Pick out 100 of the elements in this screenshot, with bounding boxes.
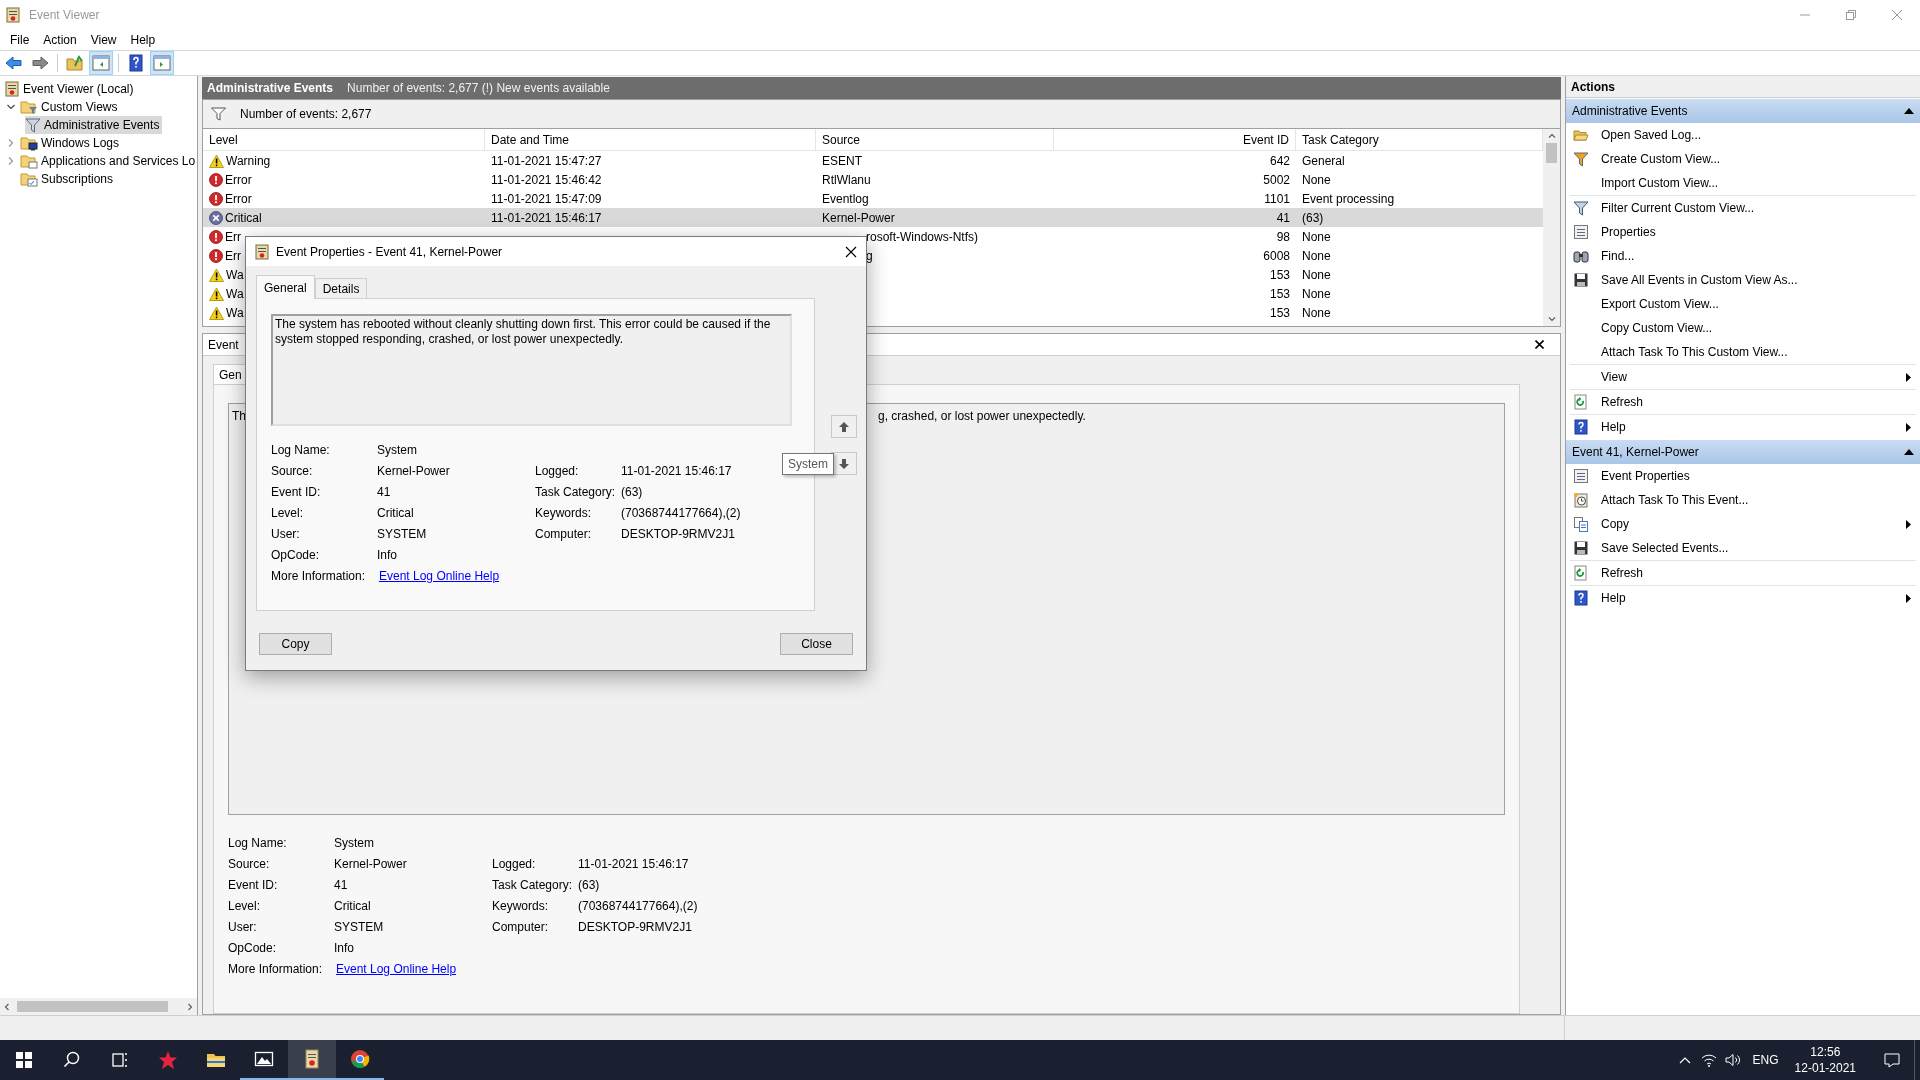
command-item[interactable]: Save Selected Events... xyxy=(1570,536,1916,560)
event-row[interactable]: Critical 11-01-2021 15:46:17 Kernel-Power 41 (63) xyxy=(203,208,1543,227)
tree-item[interactable]: Administrative Events xyxy=(25,116,163,134)
scroll-right-icon xyxy=(186,1002,194,1011)
chevron-up-icon xyxy=(1678,1056,1691,1064)
previous-event-button[interactable] xyxy=(831,415,857,438)
command-item[interactable]: Find... xyxy=(1570,244,1916,268)
search-icon xyxy=(62,1050,82,1070)
column-header[interactable]: Event ID xyxy=(1054,128,1296,151)
menu-item[interactable]: File xyxy=(3,30,37,50)
field-label: Event ID: xyxy=(271,484,321,500)
column-header[interactable]: Date and Time xyxy=(485,128,816,151)
command-item[interactable]: Save All Events in Custom View As... xyxy=(1570,268,1916,292)
tree-item[interactable]: Event Viewer (Local) xyxy=(4,80,137,98)
folder-filter-icon xyxy=(20,99,38,115)
notification-icon xyxy=(1884,1052,1900,1068)
help-link[interactable]: Event Log Online Help xyxy=(334,961,457,977)
event-row[interactable]: Err rosoft-Windows-Ntfs) 98 None xyxy=(203,227,1543,246)
field-label: Level: xyxy=(271,505,304,521)
section-header[interactable]: Event 41, Kernel-Power xyxy=(1566,440,1920,464)
menu-item[interactable]: Action xyxy=(36,30,84,50)
task-category-text: General xyxy=(1302,153,1345,168)
field-value: Info xyxy=(377,547,397,563)
date-text: 11-01-2021 15:47:09 xyxy=(491,191,602,206)
taskbar-app[interactable] xyxy=(288,1040,336,1080)
source-text: Eventlog xyxy=(822,191,869,206)
command-item[interactable]: Event Properties xyxy=(1570,464,1916,488)
command-item[interactable]: Export Custom View... xyxy=(1570,292,1916,316)
command-item[interactable]: Create Custom View... xyxy=(1570,147,1916,171)
command-item[interactable]: Refresh xyxy=(1570,561,1916,585)
level-text: Err xyxy=(225,228,241,246)
command-item[interactable]: Refresh xyxy=(1570,390,1916,414)
command-item[interactable]: Copy xyxy=(1570,512,1916,536)
event-row[interactable]: Error 11-01-2021 15:46:42 RtlWlanu 5002 None xyxy=(203,170,1543,189)
tree-item[interactable]: Custom Views xyxy=(20,98,121,116)
command-item[interactable]: Import Custom View... xyxy=(1570,171,1916,195)
tab[interactable]: General xyxy=(256,275,315,299)
command-item[interactable]: Copy Custom View... xyxy=(1570,316,1916,340)
filter-icon xyxy=(25,117,41,133)
event-id-text: 6008 xyxy=(1263,248,1290,263)
dialog-button[interactable]: Copy xyxy=(259,633,332,655)
column-header[interactable]: Source xyxy=(816,128,1054,151)
collapse-arrow-icon xyxy=(1904,449,1914,455)
field-value: System xyxy=(377,442,417,458)
message-text: g, crashed, or lost power unexpectedly. xyxy=(878,408,1086,425)
scrollbar-thumb[interactable] xyxy=(1546,142,1557,163)
field-label: Level: xyxy=(228,898,261,914)
vertical-scrollbar[interactable] xyxy=(1543,129,1560,326)
command-item[interactable]: View xyxy=(1570,365,1916,389)
log-icon xyxy=(302,1049,322,1069)
source-text: ESENT xyxy=(822,153,862,168)
command-item[interactable]: Help xyxy=(1570,415,1916,439)
field-label: Log Name: xyxy=(271,442,330,458)
collapse-chevron-icon[interactable] xyxy=(6,102,16,112)
command-item[interactable]: Open Saved Log... xyxy=(1570,123,1916,147)
language-button[interactable]: ENG xyxy=(1744,1040,1787,1080)
view-title: Administrative Events xyxy=(207,80,334,97)
window-title: Event Viewer xyxy=(29,7,100,24)
level-text: Critical xyxy=(225,209,262,227)
level-text: Wa xyxy=(226,304,244,322)
column-header[interactable]: Level xyxy=(203,128,485,151)
level-text: Warning xyxy=(226,152,271,170)
forward-arrow-icon xyxy=(30,53,50,73)
clock-button[interactable]: 12:56 12-01-2021 xyxy=(1786,1040,1864,1080)
event-row[interactable]: Error 11-01-2021 15:47:09 Eventlog 1101 Event processing xyxy=(203,189,1543,208)
field-label: Source: xyxy=(228,856,270,872)
task-category-text: None xyxy=(1302,305,1331,320)
tab[interactable]: Gen xyxy=(213,364,248,384)
command-item[interactable]: Filter Current Custom View... xyxy=(1570,196,1916,220)
menu-item[interactable]: View xyxy=(83,30,124,50)
command-item[interactable]: Attach Task To This Event... xyxy=(1570,488,1916,512)
field-label: Task Category: xyxy=(492,877,573,893)
horizontal-scrollbar[interactable] xyxy=(0,998,197,1015)
menu-item[interactable]: Help xyxy=(123,30,163,50)
binoculars-icon xyxy=(1573,248,1589,264)
task-view-icon xyxy=(110,1050,130,1070)
level-text: Error xyxy=(225,190,252,208)
filter-icon xyxy=(1573,200,1589,216)
properties-icon xyxy=(1573,468,1589,484)
message-box[interactable]: The system has rebooted without cleanly shutting down first. This error could be caused if the system stopped responding, crashed, or lost power unexpectedly. xyxy=(271,314,792,426)
up-arrow-icon xyxy=(838,420,850,433)
event-row[interactable]: Warning 11-01-2021 15:47:27 ESENT 642 General xyxy=(203,151,1543,170)
filter-icon xyxy=(1573,151,1589,167)
console-tree-icon xyxy=(91,53,111,73)
task-category-text: None xyxy=(1302,229,1331,244)
filter-summary: Number of events: 2,677 xyxy=(240,106,372,123)
command-item[interactable]: Properties xyxy=(1570,220,1916,244)
dialog-button[interactable]: Close xyxy=(780,633,853,655)
tree-item[interactable]: Windows Logs xyxy=(20,134,123,152)
scrollbar-thumb[interactable] xyxy=(17,1001,168,1012)
help-link[interactable]: Event Log Online Help xyxy=(377,568,500,584)
tree-item[interactable]: Subscriptions xyxy=(20,170,117,188)
subscriptions-icon xyxy=(20,171,38,187)
source-text: g xyxy=(866,248,873,263)
section-header[interactable]: Administrative Events xyxy=(1566,99,1920,123)
tree-item[interactable]: Applications and Services Lo xyxy=(20,152,197,170)
command-item[interactable]: Attach Task To This Custom View... xyxy=(1570,340,1916,364)
command-item[interactable]: Help xyxy=(1570,586,1916,610)
event-id-text: 41 xyxy=(1276,210,1290,225)
field-value: 41 xyxy=(334,877,348,893)
